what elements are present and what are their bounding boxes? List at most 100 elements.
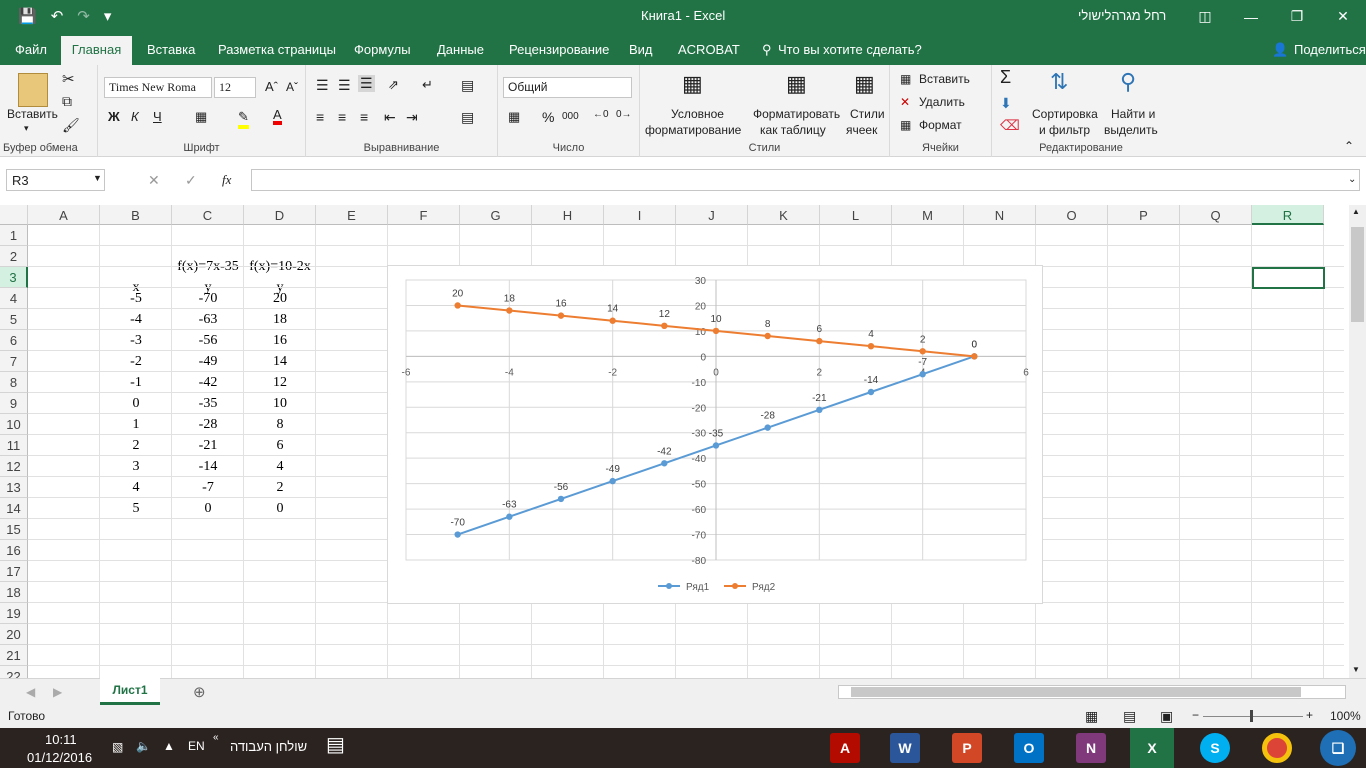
bold-button[interactable]: Ж — [108, 109, 120, 124]
clock-date[interactable]: 01/12/2016 — [27, 750, 92, 765]
word-taskbar-icon[interactable]: W — [890, 733, 920, 763]
language-indicator[interactable]: EN — [188, 739, 205, 753]
row-header-7[interactable]: 7 — [0, 351, 28, 372]
borders-icon[interactable]: ▦ — [195, 109, 207, 125]
insert-function-button[interactable]: fx — [222, 172, 231, 188]
align-center-icon[interactable]: ≡ — [338, 109, 346, 125]
row-header-6[interactable]: 6 — [0, 330, 28, 351]
tab-insert[interactable]: Вставка — [147, 42, 195, 57]
row-header-15[interactable]: 15 — [0, 519, 28, 540]
undo-icon[interactable]: ↶ — [51, 7, 64, 25]
name-box-dropdown-icon[interactable]: ▼ — [93, 173, 102, 183]
row-header-3[interactable]: 3 — [0, 267, 28, 288]
cell-c10[interactable]: -28 — [172, 415, 244, 436]
page-layout-view-icon[interactable]: ▤ — [1123, 708, 1136, 725]
cell-c13[interactable]: -7 — [172, 478, 244, 499]
tab-view[interactable]: Вид — [629, 42, 653, 57]
font-name-select[interactable]: Times New Roma — [104, 77, 212, 98]
row-header-1[interactable]: 1 — [0, 225, 28, 246]
number-format-select[interactable]: Общий — [503, 77, 632, 98]
currency-icon[interactable]: ▦ — [508, 109, 520, 125]
skype-taskbar-icon[interactable]: S — [1200, 733, 1230, 763]
column-header-e[interactable]: E — [316, 205, 388, 225]
column-header-o[interactable]: O — [1036, 205, 1108, 225]
row-header-9[interactable]: 9 — [0, 393, 28, 414]
cell-c12[interactable]: -14 — [172, 457, 244, 478]
row-header-4[interactable]: 4 — [0, 288, 28, 309]
column-header-m[interactable]: M — [892, 205, 964, 225]
restore-icon[interactable]: ❐ — [1274, 0, 1320, 33]
row-header-12[interactable]: 12 — [0, 456, 28, 477]
zoom-slider-thumb[interactable] — [1250, 710, 1253, 722]
insert-cells-button[interactable]: Вставить — [919, 72, 970, 86]
cell-c5[interactable]: -63 — [172, 310, 244, 331]
increase-font-icon[interactable]: Aˆ — [265, 79, 278, 94]
column-header-h[interactable]: H — [532, 205, 604, 225]
column-header-j[interactable]: J — [676, 205, 748, 225]
sort-label-2[interactable]: и фильтр — [1039, 123, 1090, 137]
align-bottom-icon[interactable]: ☰ — [358, 75, 375, 92]
share-button[interactable]: Поделиться — [1294, 42, 1366, 57]
page-break-view-icon[interactable]: ▣ — [1160, 708, 1173, 725]
merge-cells-icon[interactable]: ▤ — [461, 77, 474, 94]
cell-b9[interactable]: 0 — [100, 394, 172, 415]
column-header-k[interactable]: K — [748, 205, 820, 225]
normal-view-icon[interactable]: ▦ — [1085, 708, 1098, 725]
start-button-icon[interactable]: ❏ — [1320, 730, 1356, 766]
row-header-22[interactable]: 22 — [0, 666, 28, 678]
as-table-label-2[interactable]: как таблицу — [760, 123, 826, 137]
decrease-font-icon[interactable]: Aˇ — [286, 80, 298, 94]
cell-b4[interactable]: -5 — [100, 289, 172, 310]
sort-label-1[interactable]: Сортировка — [1032, 107, 1098, 121]
cell-b6[interactable]: -3 — [100, 331, 172, 352]
format-cells-icon[interactable]: ▦ — [900, 118, 911, 132]
cond-format-label-2[interactable]: форматирование — [645, 123, 741, 137]
clear-icon[interactable]: ⌫ — [1000, 117, 1020, 134]
column-header-c[interactable]: C — [172, 205, 244, 225]
cell-c11[interactable]: -21 — [172, 436, 244, 457]
tab-acrobat[interactable]: ACROBAT — [678, 42, 740, 57]
cell-d11[interactable]: 6 — [244, 436, 316, 457]
zoom-out-icon[interactable]: − — [1192, 708, 1199, 722]
cell-d6[interactable]: 16 — [244, 331, 316, 352]
orientation-icon[interactable]: ⇗ — [388, 77, 399, 93]
zoom-slider[interactable] — [1203, 716, 1303, 717]
cell-b5[interactable]: -4 — [100, 310, 172, 331]
cell-d9[interactable]: 10 — [244, 394, 316, 415]
h-scroll-thumb[interactable] — [851, 687, 1301, 697]
cell-styles-label-1[interactable]: Стили — [850, 107, 885, 121]
volume-icon[interactable]: 🔈 — [136, 739, 151, 753]
row-header-13[interactable]: 13 — [0, 477, 28, 498]
cell-d10[interactable]: 8 — [244, 415, 316, 436]
row-header-2[interactable]: 2 — [0, 246, 28, 267]
align-top-icon[interactable]: ☰ — [316, 77, 329, 94]
zoom-in-icon[interactable]: + — [1306, 708, 1313, 722]
cell-styles-icon[interactable]: ▦ — [854, 71, 875, 97]
wrap-text-icon[interactable]: ↵ — [422, 77, 433, 93]
merge-center-icon[interactable]: ▤ — [461, 109, 474, 126]
prev-sheet-icon[interactable]: ◀ — [26, 685, 35, 699]
network-icon[interactable]: ▧ — [112, 740, 123, 754]
expand-formula-icon[interactable]: ⌄ — [1348, 174, 1356, 185]
cell-d13[interactable]: 2 — [244, 478, 316, 499]
tab-review[interactable]: Рецензирование — [509, 42, 609, 57]
align-middle-icon[interactable]: ☰ — [338, 77, 351, 94]
column-header-p[interactable]: P — [1108, 205, 1180, 225]
row-header-11[interactable]: 11 — [0, 435, 28, 456]
cell-c14[interactable]: 0 — [172, 499, 244, 520]
row-header-14[interactable]: 14 — [0, 498, 28, 519]
cell-b10[interactable]: 1 — [100, 415, 172, 436]
customize-qat-icon[interactable]: ▾ — [104, 7, 112, 25]
selected-cell-r3[interactable] — [1252, 267, 1325, 289]
show-desktop-icon[interactable]: ▤ — [326, 732, 345, 757]
onenote-taskbar-icon[interactable]: N — [1076, 733, 1106, 763]
cell-d7[interactable]: 14 — [244, 352, 316, 373]
sheet-tab-list1[interactable]: Лист1 — [100, 678, 160, 705]
column-header-r[interactable]: R — [1252, 205, 1324, 225]
save-icon[interactable]: 💾 — [18, 7, 37, 25]
as-table-label-1[interactable]: Форматировать — [753, 107, 840, 121]
column-header-g[interactable]: G — [460, 205, 532, 225]
format-as-table-icon[interactable]: ▦ — [786, 71, 807, 97]
cell-b11[interactable]: 2 — [100, 436, 172, 457]
cell-b13[interactable]: 4 — [100, 478, 172, 499]
